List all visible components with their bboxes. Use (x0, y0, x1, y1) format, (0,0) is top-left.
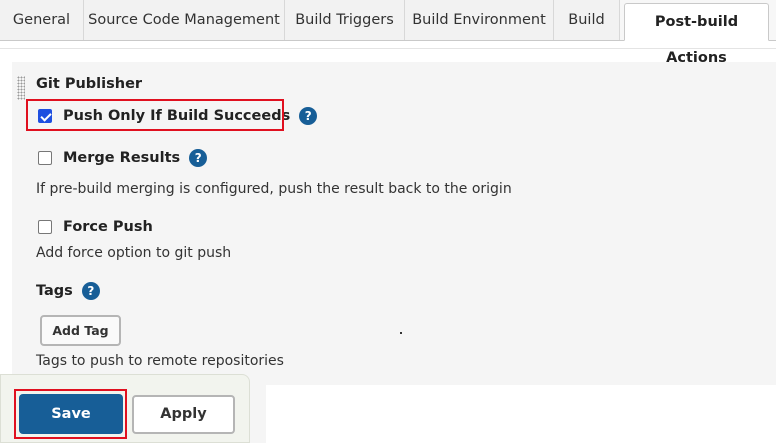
tags-label: Tags (36, 283, 73, 299)
tab-build-triggers[interactable]: Build Triggers (285, 0, 405, 40)
merge-results-row: Merge Results ? (38, 149, 208, 167)
merge-results-description: If pre-build merging is configured, push… (36, 181, 512, 197)
help-icon[interactable]: ? (189, 149, 208, 167)
tab-post-build-actions[interactable]: Post-build Actions (624, 3, 769, 66)
help-icon[interactable]: ? (81, 282, 100, 300)
force-push-row: Force Push (38, 219, 153, 235)
tab-divider (0, 41, 776, 49)
tab-bar: General Source Code Management Build Tri… (0, 0, 776, 66)
tags-row: Tags ? (36, 282, 100, 300)
stray-dot (400, 332, 402, 334)
force-push-checkbox[interactable] (38, 220, 52, 234)
help-icon[interactable]: ? (299, 107, 318, 125)
section-title: Git Publisher (36, 76, 143, 92)
merge-results-label: Merge Results (63, 150, 181, 166)
force-push-label: Force Push (63, 219, 153, 235)
save-highlight (14, 389, 127, 439)
tab-build[interactable]: Build (554, 0, 620, 40)
add-tag-button[interactable]: Add Tag (40, 315, 121, 346)
tab-build-environment[interactable]: Build Environment (405, 0, 554, 40)
blank-area (266, 385, 776, 443)
push-only-highlight (26, 99, 284, 131)
force-push-description: Add force option to git push (36, 245, 232, 261)
tab-source-code-management[interactable]: Source Code Management (84, 0, 285, 40)
drag-handle-icon[interactable] (17, 76, 25, 100)
tags-description: Tags to push to remote repositories (36, 353, 284, 369)
merge-results-checkbox[interactable] (38, 151, 52, 165)
apply-button[interactable]: Apply (132, 395, 235, 434)
tab-general[interactable]: General (0, 0, 84, 40)
